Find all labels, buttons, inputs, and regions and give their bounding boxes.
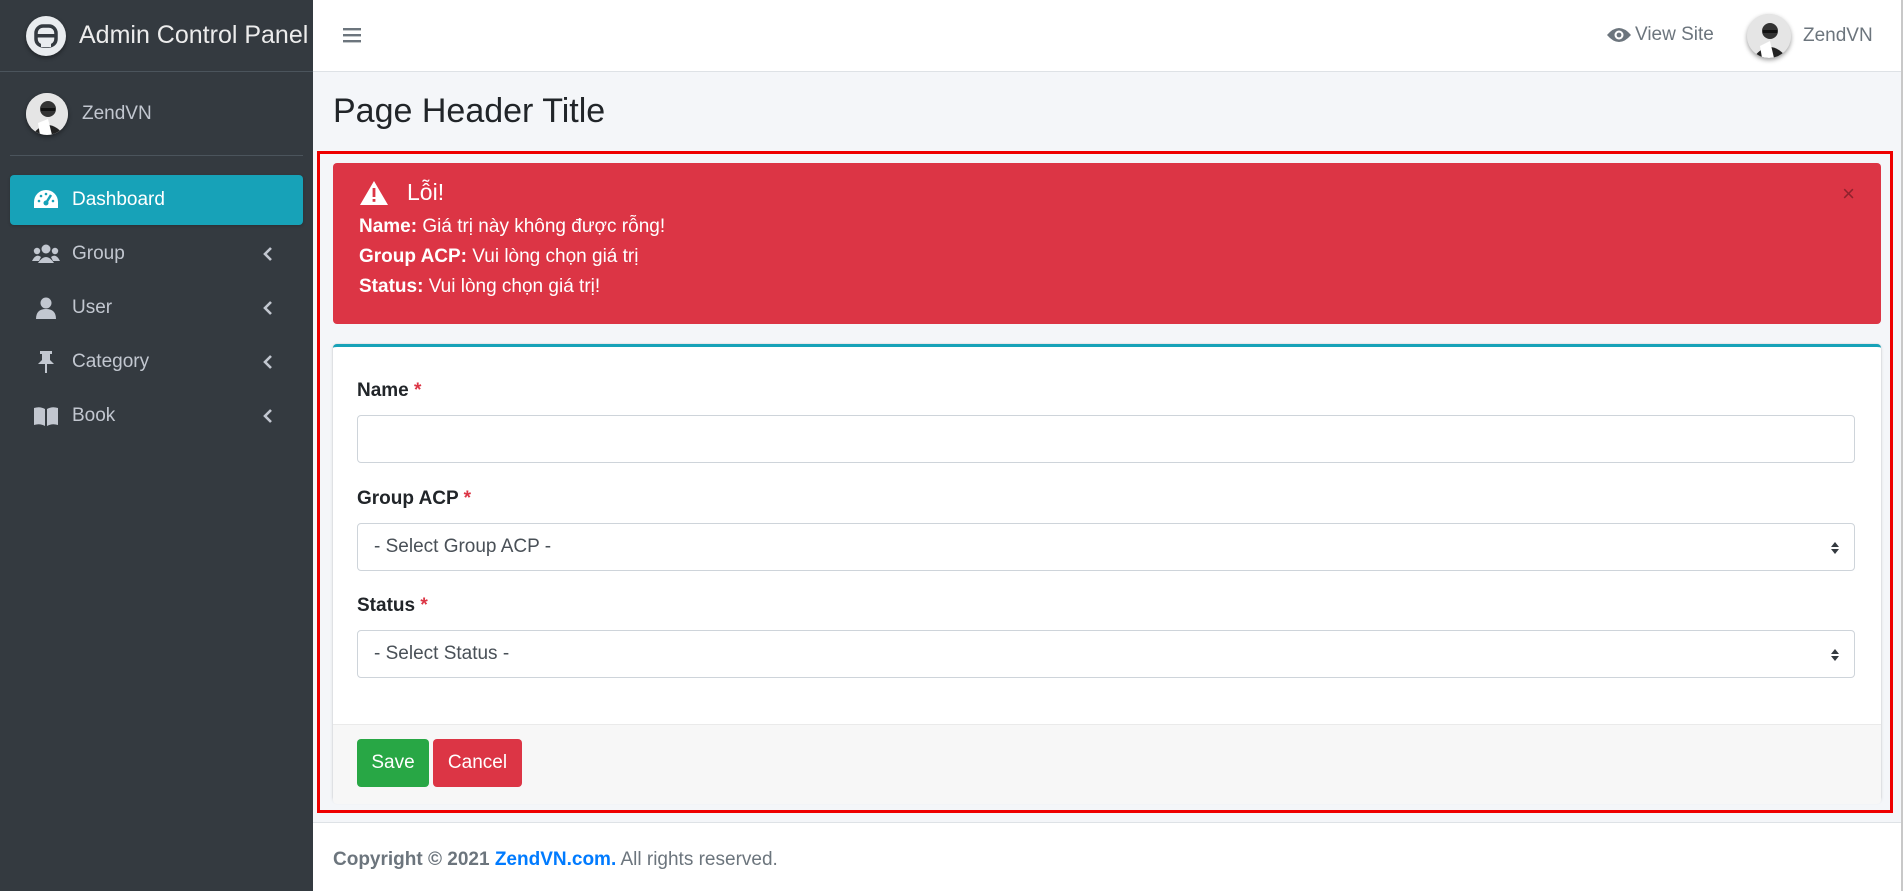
sidebar-user-panel[interactable]: ZendVN bbox=[10, 72, 303, 156]
sidebar-item-label: Book bbox=[72, 405, 116, 426]
brand-link[interactable]: Admin Control Panel bbox=[0, 0, 313, 72]
sidebar: Admin Control Panel ZendVN Dashboard Gro… bbox=[0, 0, 313, 891]
group-acp-label-text: Group ACP bbox=[357, 488, 459, 509]
alert-error-line: Name: Giá trị này không được rỗng! bbox=[359, 212, 1855, 242]
view-site-link[interactable]: View Site bbox=[1607, 24, 1714, 46]
name-input[interactable] bbox=[357, 415, 1855, 463]
page-footer: Copyright © 2021 ZendVN.com. All rights … bbox=[313, 822, 1903, 891]
required-mark: * bbox=[463, 488, 472, 509]
thumbtack-icon bbox=[32, 350, 60, 374]
sidebar-item-user[interactable]: User bbox=[10, 283, 303, 333]
status-label: Status * bbox=[357, 595, 428, 617]
alert-error-line: Status: Vui lòng chọn giá trị! bbox=[359, 272, 1855, 302]
chevron-left-icon bbox=[263, 247, 272, 261]
alert-header: Lỗi! bbox=[359, 179, 1855, 206]
alert-error-field: Group ACP: bbox=[359, 246, 468, 267]
name-label-text: Name bbox=[357, 380, 409, 401]
brand-logo-icon bbox=[26, 15, 66, 56]
top-user-menu[interactable]: ZendVN bbox=[1747, 14, 1873, 58]
group-acp-label: Group ACP * bbox=[357, 488, 471, 510]
users-icon bbox=[32, 242, 60, 266]
book-icon bbox=[32, 404, 60, 428]
top-user-name: ZendVN bbox=[1803, 25, 1873, 46]
alert-error-field: Status: bbox=[359, 276, 424, 297]
name-label: Name * bbox=[357, 380, 421, 402]
sidebar-item-label: Group bbox=[72, 243, 125, 264]
status-select[interactable]: - Select Status - bbox=[357, 630, 1855, 678]
sidebar-item-label: User bbox=[72, 297, 113, 318]
alert-error-message: Vui lòng chọn giá trị! bbox=[428, 276, 601, 297]
alert-error-line: Group ACP: Vui lòng chọn giá trị bbox=[359, 242, 1855, 272]
sidebar-item-dashboard[interactable]: Dashboard bbox=[10, 175, 303, 225]
chevron-left-icon bbox=[263, 409, 272, 423]
sidebar-item-book[interactable]: Book bbox=[10, 391, 303, 441]
sidebar-user-name: ZendVN bbox=[82, 102, 152, 124]
sidebar-item-label: Dashboard bbox=[72, 189, 165, 210]
select-arrows-icon bbox=[1831, 649, 1839, 661]
footer-copyright: Copyright © 2021 bbox=[333, 849, 490, 870]
warning-icon bbox=[360, 180, 388, 205]
alert-error-message: Vui lòng chọn giá trị bbox=[472, 246, 639, 267]
chevron-left-icon bbox=[263, 355, 272, 369]
avatar bbox=[26, 92, 68, 135]
group-acp-selected: - Select Group ACP - bbox=[374, 536, 552, 557]
required-mark: * bbox=[414, 380, 422, 401]
sidebar-item-label: Category bbox=[72, 351, 150, 372]
cancel-button[interactable]: Cancel bbox=[433, 739, 522, 787]
select-arrows-icon bbox=[1831, 542, 1839, 554]
sidebar-item-category[interactable]: Category bbox=[10, 337, 303, 387]
footer-site-link[interactable]: ZendVN.com. bbox=[495, 849, 616, 870]
alert-error-message: Giá trị này không được rỗng! bbox=[422, 216, 666, 237]
avatar bbox=[1747, 14, 1791, 58]
close-icon[interactable]: × bbox=[1842, 181, 1855, 207]
top-navbar: View Site ZendVN bbox=[313, 0, 1903, 72]
user-icon bbox=[32, 296, 60, 320]
sidebar-item-group[interactable]: Group bbox=[10, 229, 303, 279]
dashboard-icon bbox=[32, 188, 60, 212]
page-title: Page Header Title bbox=[333, 92, 606, 130]
status-selected: - Select Status - bbox=[374, 643, 510, 664]
menu-toggle-icon[interactable] bbox=[343, 26, 361, 49]
status-label-text: Status bbox=[357, 595, 416, 616]
alert-error-field: Name: bbox=[359, 216, 418, 237]
form-footer: Save Cancel bbox=[333, 724, 1881, 804]
group-acp-select[interactable]: - Select Group ACP - bbox=[357, 523, 1855, 571]
form-card: Name * Group ACP * - Select Group ACP - … bbox=[333, 344, 1881, 804]
required-mark: * bbox=[420, 595, 428, 616]
view-site-label: View Site bbox=[1635, 24, 1714, 45]
error-alert: Lỗi! Name: Giá trị này không được rỗng! … bbox=[333, 163, 1881, 324]
eye-icon bbox=[1607, 28, 1631, 42]
chevron-left-icon bbox=[263, 301, 272, 315]
save-button[interactable]: Save bbox=[357, 739, 429, 787]
alert-title: Lỗi! bbox=[407, 179, 445, 205]
sidebar-nav: Dashboard Group User Category Book bbox=[0, 156, 313, 441]
brand-text: Admin Control Panel bbox=[79, 21, 309, 49]
footer-rights: All rights reserved. bbox=[620, 849, 778, 870]
